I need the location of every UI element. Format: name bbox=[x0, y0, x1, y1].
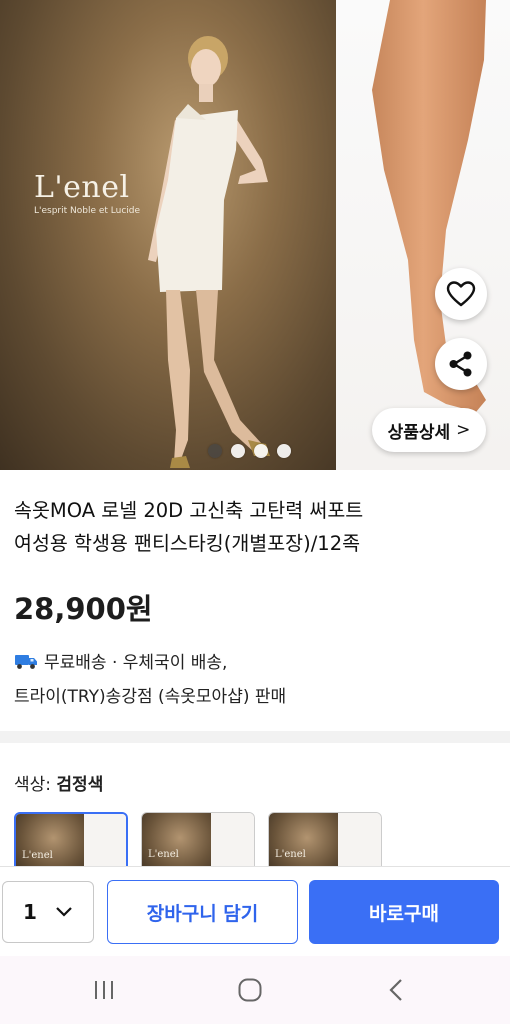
color-option-label: 색상: 검정색 bbox=[14, 770, 103, 795]
carousel-dot[interactable] bbox=[254, 444, 268, 458]
model-photo: L'enel L'esprit Noble et Lucide bbox=[0, 0, 336, 470]
add-to-cart-label: 장바구니 담기 bbox=[146, 902, 259, 925]
thumbnail-brand: L'enel bbox=[22, 850, 53, 861]
model-figure bbox=[148, 36, 270, 468]
color-thumbnails: L'enel L'enel L'enel bbox=[14, 812, 382, 868]
brand-logo: L'enel bbox=[34, 170, 130, 205]
thumbnail-leg bbox=[338, 813, 381, 868]
seller-info: 트라이(TRY)송강점 (속옷모아샵) 판매 bbox=[14, 687, 287, 707]
shipping-info: 무료배송 · 우체국이 배송, bbox=[14, 648, 227, 673]
like-button[interactable] bbox=[435, 268, 487, 320]
add-to-cart-button[interactable]: 장바구니 담기 bbox=[107, 880, 298, 944]
recent-apps-icon bbox=[95, 981, 113, 999]
carousel-dots bbox=[208, 444, 291, 458]
chevron-right-icon: > bbox=[456, 420, 471, 440]
product-title-line: 속옷MOA 로넬 20D 고신축 고탄력 써포트 bbox=[14, 499, 364, 522]
thumbnail-brand: L'enel bbox=[148, 849, 179, 860]
product-detail-button[interactable]: 상품상세 > bbox=[372, 408, 486, 452]
color-thumbnail[interactable]: L'enel bbox=[14, 812, 128, 868]
leg-figure bbox=[372, 0, 486, 412]
thumbnail-leg bbox=[211, 813, 254, 868]
home-button[interactable] bbox=[230, 974, 270, 1006]
shipping-text: 무료배송 · 우체국이 배송, bbox=[44, 653, 228, 673]
back-button[interactable] bbox=[376, 974, 416, 1006]
product-title: 속옷MOA 로넬 20D 고신축 고탄력 써포트 여성용 학생용 팬티스타킹(개… bbox=[14, 494, 500, 560]
recent-apps-button[interactable] bbox=[84, 974, 124, 1006]
color-label-prefix: 색상: bbox=[14, 775, 57, 795]
quantity-select[interactable]: 1 bbox=[2, 881, 94, 943]
quantity-value: 1 bbox=[23, 900, 37, 924]
system-navigation-bar bbox=[0, 956, 510, 1024]
color-thumbnail[interactable]: L'enel bbox=[268, 812, 382, 868]
truck-icon bbox=[15, 654, 37, 669]
purchase-bar: 1 장바구니 담기 바로구매 bbox=[0, 866, 510, 957]
thumbnail-leg bbox=[84, 814, 126, 868]
product-title-line: 여성용 학생용 팬티스타킹(개별포장)/12족 bbox=[14, 532, 361, 555]
leg-closeup-photo bbox=[336, 0, 510, 470]
color-thumbnail[interactable]: L'enel bbox=[141, 812, 255, 868]
back-icon bbox=[389, 979, 402, 1001]
product-detail-label: 상품상세 bbox=[387, 422, 451, 443]
carousel-dot[interactable] bbox=[208, 444, 222, 458]
buy-now-label: 바로구매 bbox=[369, 902, 439, 925]
heart-outline-icon bbox=[446, 281, 476, 307]
section-divider bbox=[0, 731, 510, 743]
home-icon bbox=[238, 978, 262, 1002]
brand-tagline: L'esprit Noble et Lucide bbox=[34, 206, 141, 216]
carousel-dot[interactable] bbox=[231, 444, 245, 458]
product-price: 28,900원 bbox=[14, 592, 153, 626]
product-image-carousel[interactable]: L'enel L'esprit Noble et Lucide 상품상세 > bbox=[0, 0, 510, 470]
share-button[interactable] bbox=[435, 338, 487, 390]
thumbnail-brand: L'enel bbox=[275, 849, 306, 860]
selected-color: 검정색 bbox=[56, 775, 104, 795]
share-icon bbox=[449, 351, 472, 377]
chevron-down-icon bbox=[56, 907, 72, 917]
carousel-dot[interactable] bbox=[277, 444, 291, 458]
buy-now-button[interactable]: 바로구매 bbox=[309, 880, 499, 944]
